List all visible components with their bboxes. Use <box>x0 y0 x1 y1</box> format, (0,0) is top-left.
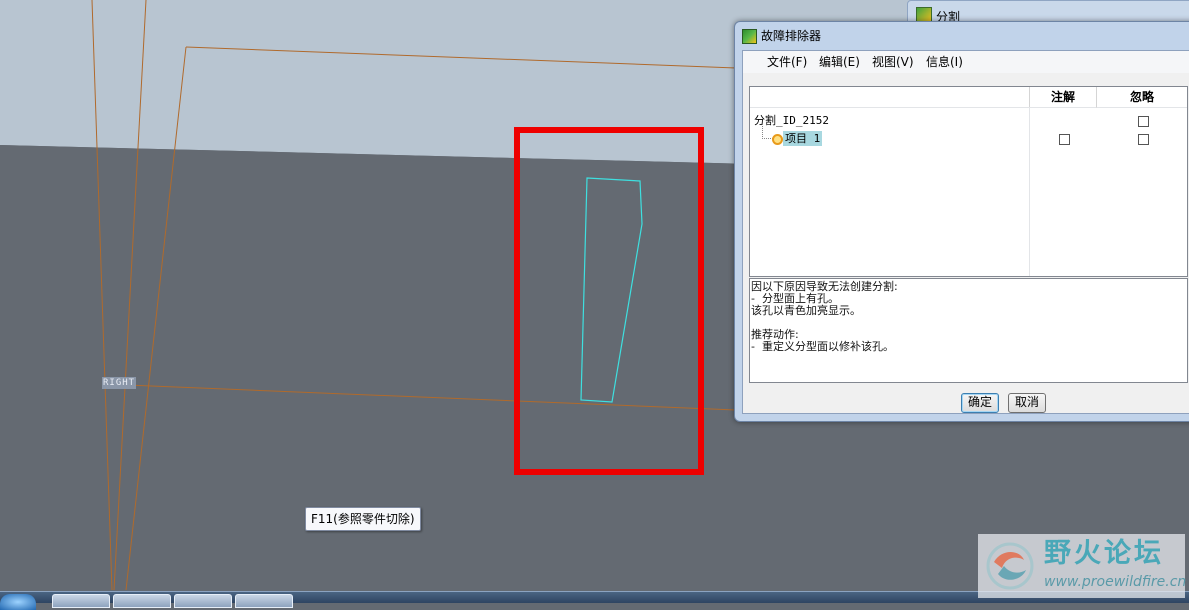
issue-tree[interactable]: 注解 忽略 分割_ID_2152 项目 1 <box>749 86 1188 277</box>
taskbar-app-button[interactable] <box>174 594 232 608</box>
forum-logo-icon <box>986 542 1034 590</box>
message-line: - 重定义分型面以修补该孔。 <box>751 340 894 353</box>
watermark-title: 野火论坛 <box>1044 538 1164 569</box>
item-status-icon <box>772 134 783 145</box>
tree-item-child[interactable]: 项目 1 <box>750 124 1187 147</box>
taskbar-app-button[interactable] <box>52 594 110 608</box>
column-header-note[interactable]: 注解 <box>1030 87 1097 108</box>
column-header-ignore[interactable]: 忽略 <box>1097 87 1187 108</box>
ignore-checkbox[interactable] <box>1138 134 1149 145</box>
ignore-checkbox[interactable] <box>1138 116 1149 127</box>
cancel-button[interactable]: 取消 <box>1008 393 1046 413</box>
message-line: 该孔以青色加亮显示。 <box>751 304 861 317</box>
message-panel: 因以下原因导致无法创建分割: - 分型面上有孔。 该孔以青色加亮显示。 推荐动作… <box>749 278 1188 383</box>
watermark-url: www.proewildfire.cn <box>1044 574 1187 590</box>
tree-item-root[interactable]: 分割_ID_2152 <box>750 112 1187 129</box>
watermark: 野火论坛 www.proewildfire.cn <box>978 534 1187 598</box>
title-bar[interactable]: 故障排除器 <box>735 22 1189 50</box>
dialog-client: 文件(F) 编辑(E) 视图(V) 信息(I) 注解 忽略 分割_ID_2152… <box>742 50 1189 414</box>
app-icon <box>742 29 757 44</box>
menu-view[interactable]: 视图(V) <box>868 54 918 70</box>
datum-plane-label: RIGHT <box>102 377 137 389</box>
menu-bar: 文件(F) 编辑(E) 视图(V) 信息(I) <box>743 51 1189 73</box>
menu-edit[interactable]: 编辑(E) <box>815 54 864 70</box>
dialog-title: 故障排除器 <box>761 29 822 43</box>
ok-button[interactable]: 确定 <box>961 393 999 413</box>
troubleshooter-dialog: 故障排除器 文件(F) 编辑(E) 视图(V) 信息(I) 注解 忽略 分割_I… <box>734 21 1189 422</box>
start-button[interactable] <box>0 594 36 610</box>
tooltip: F11(参照零件切除) <box>305 507 421 531</box>
tree-item-label: 项目 1 <box>783 131 823 146</box>
menu-file[interactable]: 文件(F) <box>763 54 811 70</box>
column-header-name[interactable] <box>750 87 1030 108</box>
taskbar-app-button[interactable] <box>113 594 171 608</box>
taskbar-app-button[interactable] <box>235 594 293 608</box>
menu-info[interactable]: 信息(I) <box>922 54 967 70</box>
note-checkbox[interactable] <box>1059 134 1070 145</box>
